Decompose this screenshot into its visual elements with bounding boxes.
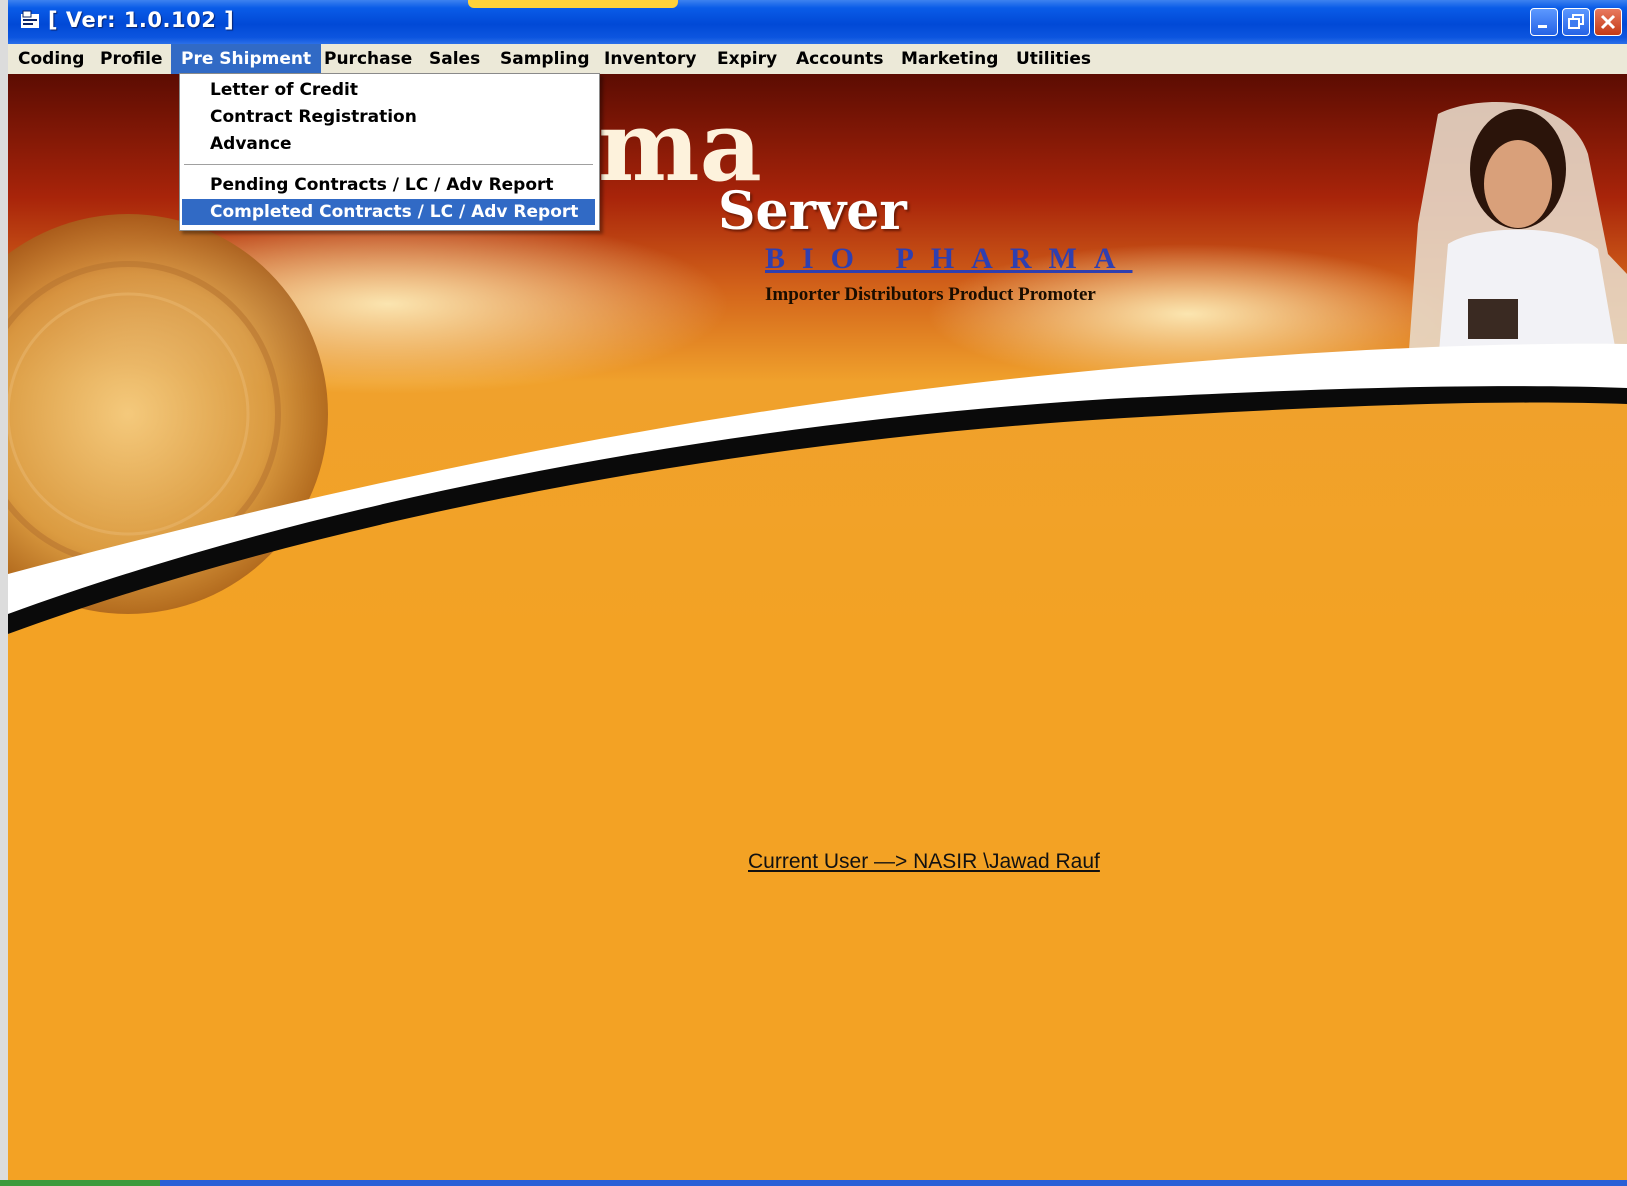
taskbar	[0, 1180, 1627, 1186]
menu-utilities[interactable]: Utilities	[1006, 44, 1101, 74]
menu-purchase[interactable]: Purchase	[314, 44, 422, 74]
main-content: ma Server BIO PHARMA Importer Distributo…	[8, 74, 1627, 1180]
menu-item-letter-of-credit[interactable]: Letter of Credit	[182, 77, 595, 103]
menu-separator	[184, 164, 593, 166]
close-button[interactable]	[1594, 8, 1622, 36]
restore-icon	[1568, 14, 1584, 29]
menu-bar: Coding Profile Pre Shipment Purchase Sal…	[8, 44, 1627, 74]
desktop-edge	[0, 0, 8, 1186]
restore-button[interactable]	[1562, 8, 1590, 36]
menu-marketing[interactable]: Marketing	[891, 44, 1008, 74]
title-highlight	[468, 0, 678, 8]
menu-sampling[interactable]: Sampling	[490, 44, 600, 74]
company-tagline: Importer Distributors Product Promoter	[765, 284, 1096, 305]
window-title: [ Ver: 1.0.102 ]	[48, 8, 235, 32]
start-button[interactable]	[0, 1180, 160, 1186]
app-icon	[21, 10, 39, 28]
title-bar[interactable]: [ Ver: 1.0.102 ]	[8, 0, 1627, 44]
pre-shipment-dropdown-menu: Letter of Credit Contract Registration A…	[179, 73, 600, 231]
menu-item-advance[interactable]: Advance	[182, 131, 595, 157]
menu-sales[interactable]: Sales	[419, 44, 490, 74]
logo-server-text: Server	[718, 181, 907, 242]
minimize-icon	[1538, 25, 1547, 28]
current-user-label: Current User —> NASIR \Jawad Rauf	[748, 850, 1100, 873]
menu-profile[interactable]: Profile	[90, 44, 172, 74]
app-window: [ Ver: 1.0.102 ] Coding Profile Pre Ship…	[8, 0, 1627, 1180]
menu-item-pending-contracts-report[interactable]: Pending Contracts / LC / Adv Report	[182, 172, 595, 198]
menu-accounts[interactable]: Accounts	[786, 44, 893, 74]
menu-coding[interactable]: Coding	[8, 44, 94, 74]
menu-inventory[interactable]: Inventory	[594, 44, 706, 74]
menu-item-completed-contracts-report[interactable]: Completed Contracts / LC / Adv Report	[182, 199, 595, 225]
company-name: BIO PHARMA	[765, 242, 1133, 275]
menu-expiry[interactable]: Expiry	[707, 44, 787, 74]
close-icon	[1600, 14, 1616, 30]
menu-item-contract-registration[interactable]: Contract Registration	[182, 104, 595, 130]
minimize-button[interactable]	[1530, 8, 1558, 36]
menu-pre-shipment[interactable]: Pre Shipment	[171, 44, 322, 74]
